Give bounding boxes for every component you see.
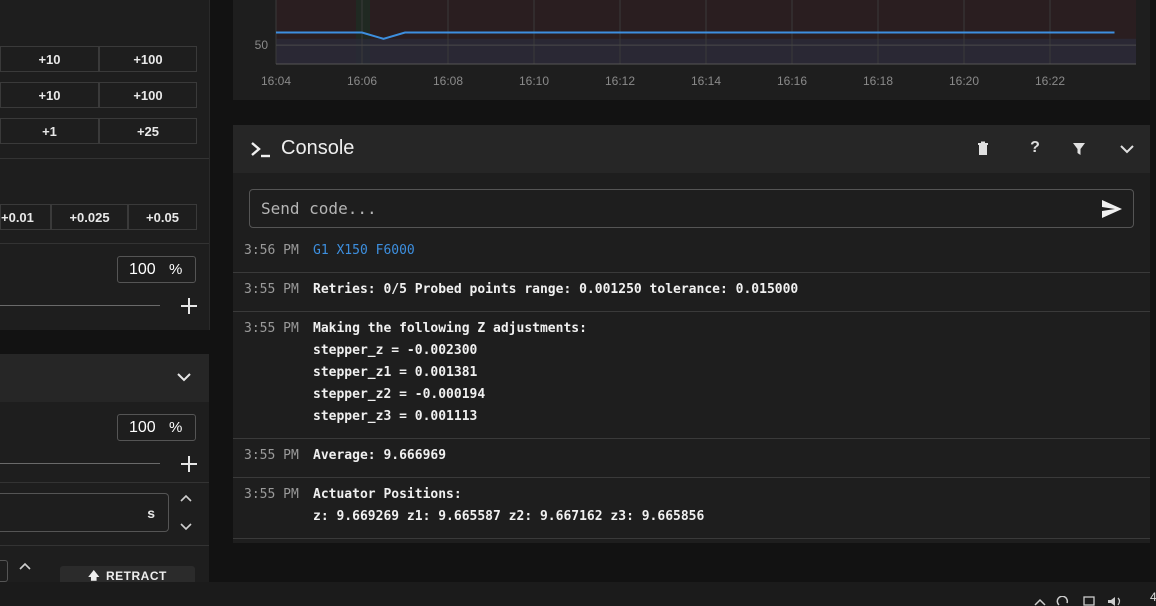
retract-button-label: RETRACT bbox=[105, 569, 167, 583]
entry-message: Retries: 0/5 Probed points range: 0.0012… bbox=[313, 282, 799, 297]
move-plus-100-button[interactable]: +100 bbox=[99, 46, 197, 72]
zoffset-button-row: +0.01 +0.025 +0.05 bbox=[0, 204, 197, 230]
taskbar: 4 bbox=[0, 582, 1156, 606]
left-control-panel: +10 +100 +10 +100 +1 +25 +0.01 +0.025 +0… bbox=[0, 0, 210, 330]
temperature-chart: 16:04 16:06 16:08 16:10 16:12 16:14 16:16 16:18… bbox=[255, 0, 1136, 88]
console-entry: 3:56 PM G1 X150 F6000 bbox=[233, 234, 1150, 273]
divider bbox=[0, 158, 209, 159]
x-tick-label: 16:12 bbox=[605, 74, 635, 88]
console-entry: 3:55 PM Retries: 0/5 Probed points range… bbox=[233, 273, 1150, 312]
entry-message: Making the following Z adjustments: step… bbox=[313, 321, 587, 424]
console-panel: Console ? 3:56 PM G1 X150 F6000 3:55 PM … bbox=[233, 125, 1150, 543]
entry-time: 3:55 PM bbox=[244, 487, 299, 502]
console-header: Console ? bbox=[233, 125, 1150, 173]
chevron-up-icon[interactable] bbox=[19, 562, 31, 570]
send-code-field bbox=[249, 189, 1134, 228]
chevron-up-icon[interactable] bbox=[180, 494, 192, 502]
x-tick-label: 16:22 bbox=[1035, 74, 1065, 88]
speed-factor-slider[interactable] bbox=[0, 305, 160, 306]
divider bbox=[0, 243, 209, 244]
entry-time: 3:55 PM bbox=[244, 448, 299, 463]
console-entry: 3:55 PM Average: 9.666969 bbox=[233, 439, 1150, 478]
speed-factor-input[interactable]: 100 % bbox=[117, 256, 196, 283]
divider bbox=[0, 482, 209, 483]
send-icon[interactable] bbox=[1100, 198, 1124, 220]
temperature-chart-panel: 16:04 16:06 16:08 16:10 16:12 16:14 16:16 16:18… bbox=[233, 0, 1150, 100]
x-tick-label: 16:08 bbox=[433, 74, 463, 88]
extruder-panel: 100 % s 🡅 RETRACT bbox=[0, 354, 209, 586]
entry-time: 3:55 PM bbox=[244, 282, 299, 297]
network-icon[interactable] bbox=[1083, 596, 1099, 606]
zoffset-plus-0-025-button[interactable]: +0.025 bbox=[51, 204, 128, 230]
x-tick-label: 16:18 bbox=[863, 74, 893, 88]
entry-time: 3:56 PM bbox=[244, 243, 299, 258]
speed-factor-value: 100 bbox=[129, 260, 156, 278]
extrude-length-input[interactable] bbox=[0, 560, 8, 582]
sync-icon[interactable] bbox=[1056, 596, 1070, 606]
terminal-icon bbox=[251, 142, 270, 158]
plus-icon[interactable] bbox=[181, 298, 197, 314]
x-tick-label: 16:14 bbox=[691, 74, 721, 88]
move-button-row-2: +10 +100 bbox=[0, 82, 197, 108]
entry-message: Average: 9.666969 bbox=[313, 448, 447, 463]
x-tick-label: 16:20 bbox=[949, 74, 979, 88]
send-code-input[interactable] bbox=[250, 190, 1090, 227]
x-tick-label: 16:06 bbox=[347, 74, 377, 88]
plus-icon[interactable] bbox=[181, 456, 197, 472]
x-tick-label: 16:10 bbox=[519, 74, 549, 88]
console-entry: 3:55 PM Making the following Z adjustmen… bbox=[233, 312, 1150, 439]
percent-unit: % bbox=[169, 261, 183, 278]
chevron-down-icon[interactable] bbox=[180, 523, 192, 531]
percent-unit: % bbox=[169, 419, 183, 436]
help-icon[interactable]: ? bbox=[1025, 139, 1045, 159]
volume-icon[interactable] bbox=[1106, 596, 1124, 606]
move-button-row-3: +1 +25 bbox=[0, 118, 197, 144]
x-tick-label: 16:16 bbox=[777, 74, 807, 88]
chevron-down-icon[interactable] bbox=[177, 372, 191, 382]
extruder-panel-header bbox=[0, 354, 209, 402]
console-entry: 3:55 PM Actuator Positions: z: 9.669269 … bbox=[233, 478, 1150, 539]
clock[interactable]: 4 bbox=[1150, 590, 1156, 604]
flow-factor-input[interactable]: 100 % bbox=[117, 414, 196, 441]
flow-factor-value: 100 bbox=[129, 418, 156, 436]
entry-message: Actuator Positions: z: 9.669269 z1: 9.66… bbox=[313, 487, 705, 524]
flow-factor-slider[interactable] bbox=[0, 463, 160, 464]
move-plus-10-button[interactable]: +10 bbox=[0, 82, 99, 108]
chevron-up-icon[interactable] bbox=[1034, 598, 1046, 606]
x-tick-label: 16:04 bbox=[261, 74, 291, 88]
move-button-row-1: +10 +100 bbox=[0, 46, 197, 72]
divider bbox=[0, 545, 209, 546]
move-plus-1-button[interactable]: +1 bbox=[0, 118, 99, 144]
retract-length-input[interactable]: s bbox=[0, 493, 169, 532]
zoffset-plus-0-01-button[interactable]: +0.01 bbox=[0, 204, 51, 230]
entry-time: 3:55 PM bbox=[244, 321, 299, 336]
entry-message[interactable]: G1 X150 F6000 bbox=[313, 240, 415, 262]
y-tick-label: 50 bbox=[255, 38, 269, 52]
filter-icon[interactable] bbox=[1069, 139, 1089, 159]
zoffset-plus-0-05-button[interactable]: +0.05 bbox=[128, 204, 197, 230]
console-title: Console bbox=[281, 137, 355, 159]
seconds-unit: s bbox=[147, 505, 155, 521]
move-plus-100-button[interactable]: +100 bbox=[99, 82, 197, 108]
trash-icon[interactable] bbox=[973, 139, 993, 159]
chevron-down-icon[interactable] bbox=[1117, 139, 1137, 159]
move-plus-25-button[interactable]: +25 bbox=[99, 118, 197, 144]
move-plus-10-button[interactable]: +10 bbox=[0, 46, 99, 72]
